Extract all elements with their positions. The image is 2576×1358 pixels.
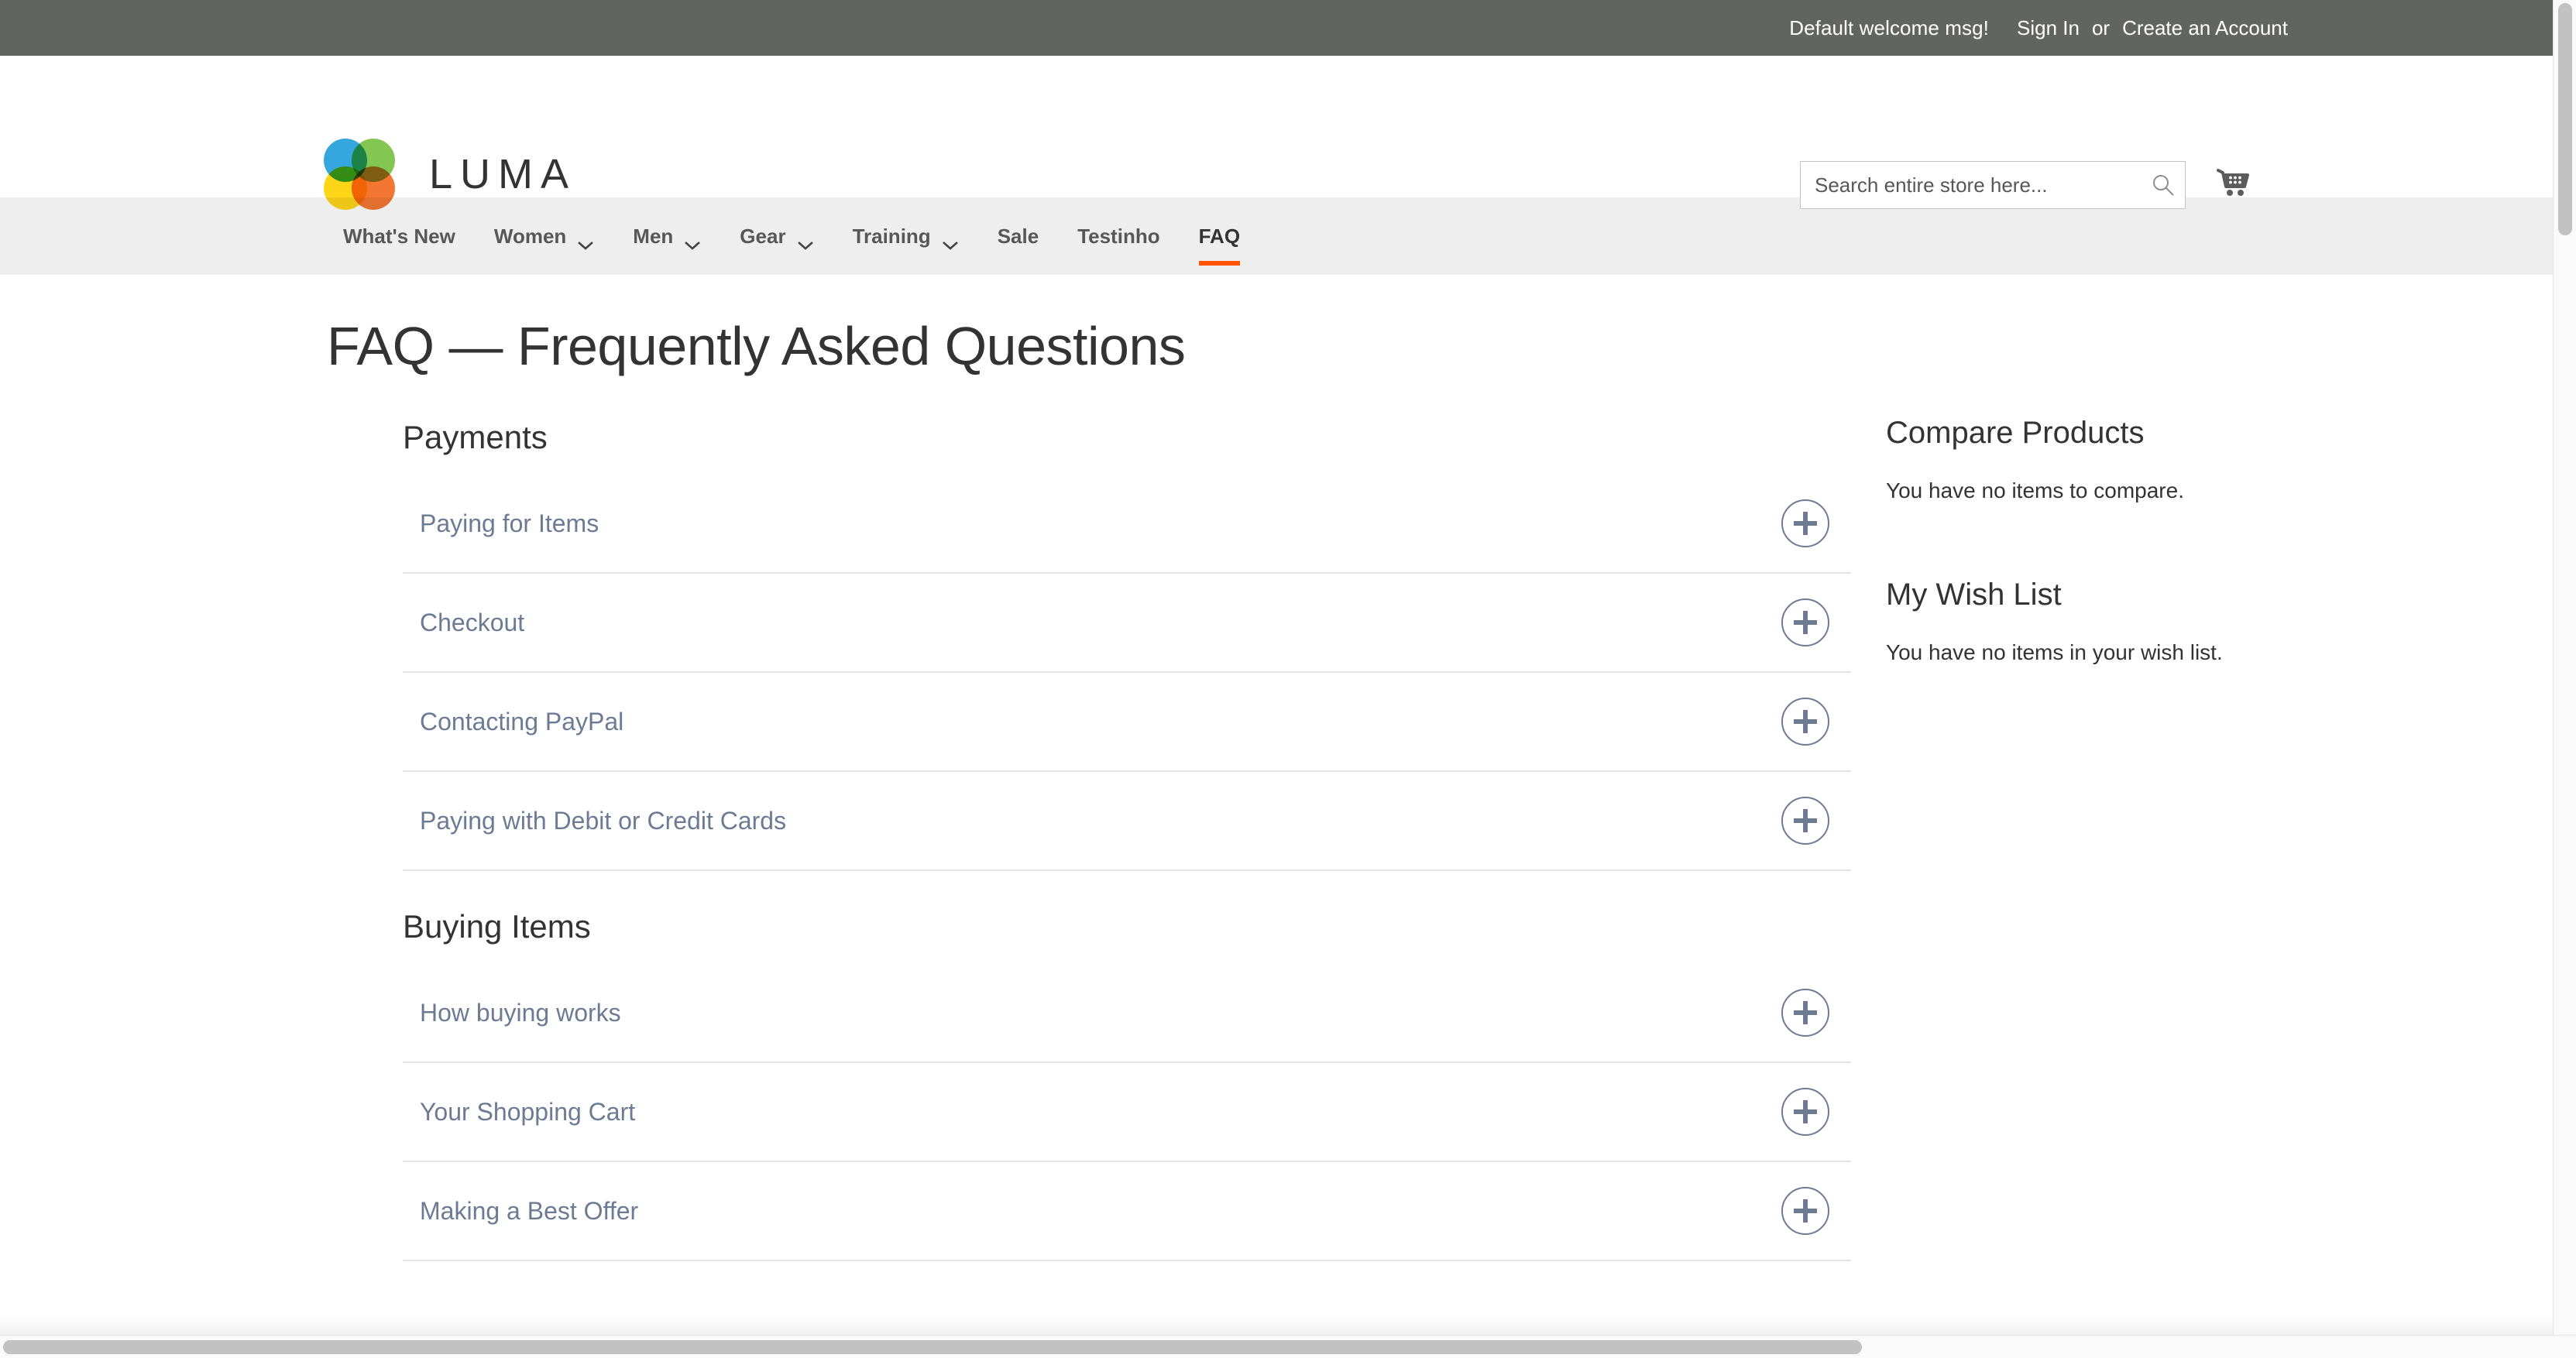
faq-expand-button[interactable] [1781,1187,1829,1235]
nav-item-label: Sale [997,224,1039,248]
vertical-scrollbar[interactable] [2553,0,2576,1358]
faq-item[interactable]: Contacting PayPal [403,673,1851,772]
site-header: LUMA [0,56,2576,210]
faq-group-spacer [403,871,1851,905]
faq-list: How buying works Your Shopping Cart Making… [403,964,1851,1261]
faq-expand-button[interactable] [1781,598,1829,646]
nav-item-label: Gear [740,224,786,248]
chevron-down-icon [684,231,701,250]
shopping-cart-icon [2215,165,2252,206]
faq-item-label[interactable]: Your Shopping Cart [420,1098,635,1127]
bottom-fade [0,1315,2576,1335]
nav-item-men[interactable]: Men [613,197,720,275]
nav-item-faq[interactable]: FAQ [1180,197,1259,275]
faq-item-label[interactable]: Paying for Items [420,509,599,538]
nav-item-label: What's New [343,224,455,248]
nav-item-gear[interactable]: Gear [720,197,833,275]
sidebar-block-title: Compare Products [1886,416,2145,450]
search-input[interactable] [1800,161,2186,209]
faq-expand-button[interactable] [1781,1088,1829,1136]
plus-icon [1794,512,1817,535]
content-columns: Payments Paying for Items Checkout Contacti… [0,416,2576,1261]
faq-item-label[interactable]: Making a Best Offer [420,1197,638,1226]
main-navigation: What's New Women Men Gear Training Sale Testin… [0,197,2576,275]
faq-group-title: Buying Items [403,908,591,945]
faq-main-column: Payments Paying for Items Checkout Contacti… [403,416,1851,1261]
sidebar-block: My Wish List You have no items in your wi… [1886,578,2320,665]
page-content: FAQ — Frequently Asked Questions Payment… [0,275,2576,1358]
nav-item-women[interactable]: Women [475,197,613,275]
chevron-down-icon [577,231,594,250]
nav-item-label: FAQ [1198,224,1241,248]
plus-icon [1794,1199,1817,1223]
nav-item-training[interactable]: Training [833,197,978,275]
logo-wordmark: LUMA [429,151,577,197]
faq-expand-button[interactable] [1781,797,1829,845]
faq-item[interactable]: Making a Best Offer [403,1162,1851,1261]
page-title: FAQ — Frequently Asked Questions [327,316,1186,376]
horizontal-scrollbar[interactable] [0,1335,2576,1358]
plus-icon [1794,1100,1817,1123]
faq-item[interactable]: Paying for Items [403,475,1851,574]
sidebar-block-text: You have no items in your wish list. [1886,640,2223,664]
nav-item-testinho[interactable]: Testinho [1058,197,1179,275]
faq-expand-button[interactable] [1781,499,1829,547]
sidebar-block-title: My Wish List [1886,578,2062,612]
sidebar-block: Compare Products You have no items to com… [1886,416,2320,503]
faq-expand-button[interactable] [1781,989,1829,1037]
nav-item-label: Testinho [1077,224,1160,248]
nav-item-label: Training [852,224,931,248]
plus-icon [1794,809,1817,832]
plus-icon [1794,710,1817,733]
sidebar-block-text: You have no items to compare. [1886,478,2184,502]
topbar-separator: or [2091,15,2111,39]
cart-button[interactable] [2215,166,2252,204]
faq-expand-button[interactable] [1781,698,1829,746]
search-box [1800,161,2186,209]
plus-icon [1794,1001,1817,1024]
welcome-message: Default welcome msg! [1789,15,1989,39]
sidebar: Compare Products You have no items to com… [1886,416,2320,1261]
chevron-down-icon [797,231,814,250]
faq-list: Paying for Items Checkout Contacting PayPa… [403,475,1851,871]
faq-item-label[interactable]: Paying with Debit or Credit Cards [420,807,786,835]
faq-item[interactable]: Your Shopping Cart [403,1063,1851,1162]
nav-item-label: Men [633,224,674,248]
horizontal-scrollbar-thumb[interactable] [3,1340,1862,1354]
search-area [1800,161,2252,209]
create-account-link[interactable]: Create an Account [2122,16,2288,40]
chevron-down-icon [942,231,959,250]
faq-item[interactable]: How buying works [403,964,1851,1063]
vertical-scrollbar-thumb[interactable] [2558,3,2572,235]
top-panel: Default welcome msg! Sign In or Create a… [0,0,2576,56]
plus-icon [1794,611,1817,634]
faq-group-title: Payments [403,419,548,455]
faq-item[interactable]: Checkout [403,574,1851,673]
nav-item-what-s-new[interactable]: What's New [324,197,475,275]
faq-item[interactable]: Paying with Debit or Credit Cards [403,772,1851,871]
faq-item-label[interactable]: How buying works [420,999,621,1027]
nav-item-label: Women [493,224,567,248]
sign-in-link[interactable]: Sign In [2017,16,2080,40]
nav-item-sale[interactable]: Sale [978,197,1059,275]
faq-item-label[interactable]: Contacting PayPal [420,708,623,736]
faq-item-label[interactable]: Checkout [420,609,524,637]
